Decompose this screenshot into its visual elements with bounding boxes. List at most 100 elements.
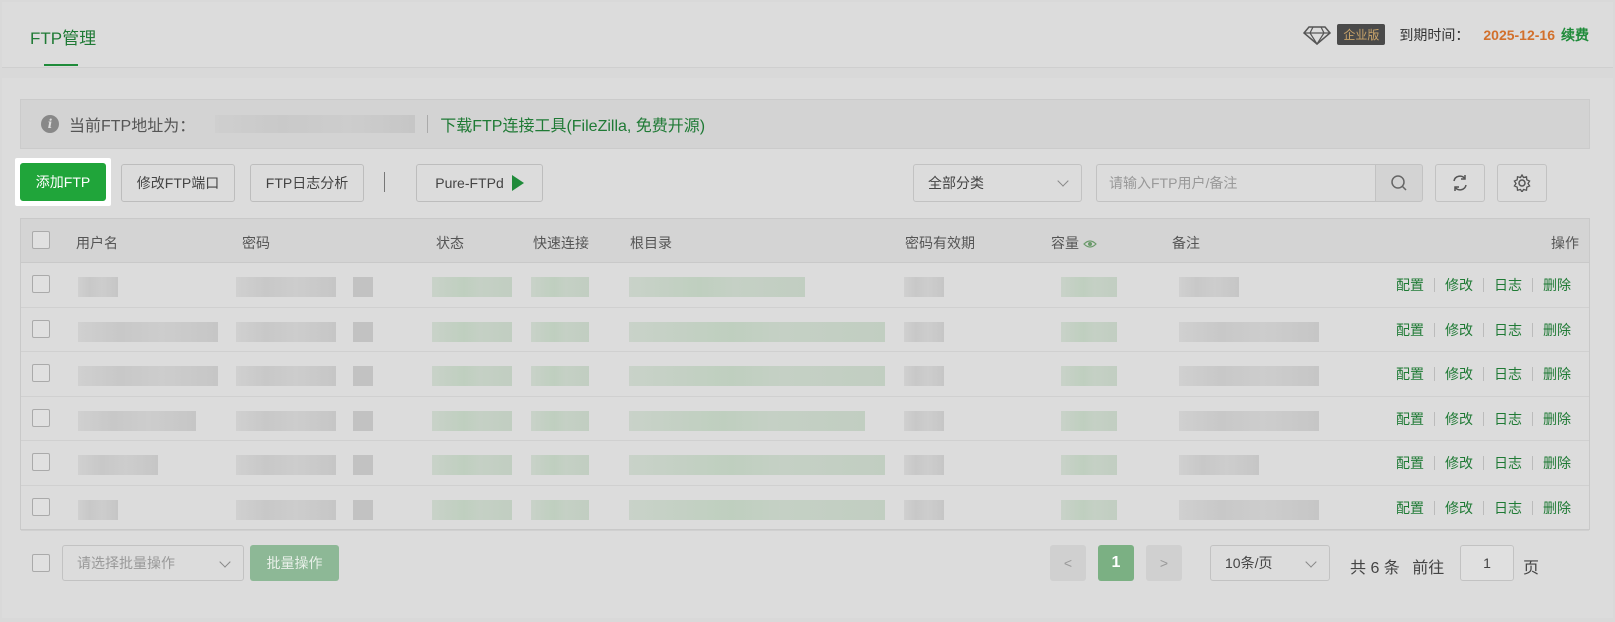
table-row: 配置 修改 日志 删除 <box>21 397 1589 442</box>
redacted-cell <box>1179 277 1239 297</box>
batch-action-placeholder: 请选择批量操作 <box>77 555 175 571</box>
edit-action[interactable]: 修改 <box>1435 409 1483 429</box>
delete-action[interactable]: 删除 <box>1533 320 1581 340</box>
prev-page-button[interactable]: < <box>1050 545 1086 581</box>
row-actions: 配置 修改 日志 删除 <box>1386 409 1581 429</box>
select-all-checkbox[interactable] <box>32 231 50 249</box>
edit-action[interactable]: 修改 <box>1435 275 1483 295</box>
delete-action[interactable]: 删除 <box>1533 275 1581 295</box>
col-password-expiry: 密码有效期 <box>905 235 975 251</box>
batch-action-button[interactable]: 批量操作 <box>250 545 339 581</box>
log-action[interactable]: 日志 <box>1484 320 1532 340</box>
config-action[interactable]: 配置 <box>1386 453 1434 473</box>
delete-action[interactable]: 删除 <box>1533 453 1581 473</box>
row-actions: 配置 修改 日志 删除 <box>1386 364 1581 384</box>
config-action[interactable]: 配置 <box>1386 409 1434 429</box>
add-ftp-button[interactable]: 添加FTP <box>20 163 106 201</box>
edit-action[interactable]: 修改 <box>1435 453 1483 473</box>
redacted-cell <box>78 455 158 476</box>
expire-date: 2025-12-16 <box>1483 26 1555 43</box>
row-checkbox[interactable] <box>32 453 50 472</box>
refresh-icon <box>1453 175 1467 191</box>
search-icon <box>1391 175 1407 191</box>
log-action[interactable]: 日志 <box>1484 498 1532 518</box>
renew-link[interactable]: 续费 <box>1561 25 1589 45</box>
redacted-cell <box>78 499 118 520</box>
col-status: 状态 <box>436 235 464 251</box>
redacted-cell <box>236 410 336 431</box>
page-suffix: 页 <box>1523 560 1540 577</box>
log-action[interactable]: 日志 <box>1484 275 1532 295</box>
download-filezilla-link[interactable]: 下载FTP连接工具(FileZilla, 免费开源) <box>440 112 705 136</box>
redacted-cell <box>904 499 944 520</box>
per-page-select[interactable]: 10条/页 <box>1210 545 1330 581</box>
delete-action[interactable]: 删除 <box>1533 364 1581 384</box>
search-button[interactable] <box>1375 164 1423 202</box>
config-action[interactable]: 配置 <box>1386 320 1434 340</box>
settings-button[interactable] <box>1497 164 1547 202</box>
redacted-cell <box>1061 499 1117 520</box>
row-checkbox[interactable] <box>32 408 50 427</box>
ftp-address-value-redacted <box>215 115 416 133</box>
batch-action-select[interactable]: 请选择批量操作 <box>62 545 244 581</box>
delete-action[interactable]: 删除 <box>1533 409 1581 429</box>
redacted-cell <box>1061 321 1117 342</box>
redacted-cell <box>353 410 373 431</box>
config-action[interactable]: 配置 <box>1386 498 1434 518</box>
ftp-log-analysis-button[interactable]: FTP日志分析 <box>250 164 364 202</box>
pure-ftpd-service-button[interactable]: Pure-FTPd <box>416 164 543 202</box>
redacted-cell <box>629 277 805 297</box>
redacted-cell <box>78 410 196 431</box>
col-password: 密码 <box>242 235 270 251</box>
redacted-cell <box>1061 366 1117 387</box>
page-1-button[interactable]: 1 <box>1098 545 1134 581</box>
edit-action[interactable]: 修改 <box>1435 364 1483 384</box>
next-page-button[interactable]: > <box>1146 545 1182 581</box>
redacted-cell <box>353 499 373 520</box>
config-action[interactable]: 配置 <box>1386 275 1434 295</box>
delete-action[interactable]: 删除 <box>1533 498 1581 518</box>
log-action[interactable]: 日志 <box>1484 409 1532 429</box>
row-checkbox[interactable] <box>32 364 50 383</box>
redacted-cell <box>531 366 589 387</box>
edit-action[interactable]: 修改 <box>1435 498 1483 518</box>
col-username: 用户名 <box>76 235 118 251</box>
chevron-down-icon <box>1305 556 1317 568</box>
redacted-cell <box>236 499 336 520</box>
redacted-cell <box>236 277 336 297</box>
redacted-cell <box>531 410 589 431</box>
row-checkbox[interactable] <box>32 497 50 516</box>
row-checkbox[interactable] <box>32 319 50 338</box>
category-select[interactable]: 全部分类 <box>913 164 1082 202</box>
redacted-cell <box>432 499 512 520</box>
redacted-cell <box>353 366 373 387</box>
row-checkbox[interactable] <box>32 275 50 293</box>
redacted-cell <box>1179 366 1319 387</box>
footer-select-all-checkbox[interactable] <box>32 554 50 572</box>
tab-ftp-management[interactable]: FTP管理 <box>30 24 96 49</box>
info-icon: i <box>41 115 59 133</box>
redacted-cell <box>432 321 512 342</box>
total-count: 共 6 条 前往 <box>1350 554 1444 578</box>
redacted-cell <box>531 321 589 342</box>
log-action[interactable]: 日志 <box>1484 364 1532 384</box>
edit-action[interactable]: 修改 <box>1435 320 1483 340</box>
redacted-cell <box>236 366 336 387</box>
top-header: FTP管理 企业版 到期时间： 2025-12-16 续费 <box>2 2 1613 68</box>
license-info: 企业版 到期时间： 2025-12-16 续费 <box>1303 24 1589 45</box>
redacted-cell <box>1061 410 1117 431</box>
table-body: 配置 修改 日志 删除 配置 修改 日志 删除 配置 修改 日志 删除 配置 修改 日志 删除 配置 修改 日志 删除… <box>21 263 1589 531</box>
redacted-cell <box>531 455 589 476</box>
redacted-cell <box>1179 410 1319 431</box>
goto-page-input[interactable]: 1 <box>1460 545 1514 581</box>
log-action[interactable]: 日志 <box>1484 453 1532 473</box>
refresh-button[interactable] <box>1435 164 1485 202</box>
eye-icon[interactable] <box>1083 239 1097 249</box>
change-ftp-port-button[interactable]: 修改FTP端口 <box>121 164 235 202</box>
table-row: 配置 修改 日志 删除 <box>21 441 1589 486</box>
total-count-text: 共 6 条 <box>1350 560 1400 577</box>
search-input[interactable]: 请输入FTP用户/备注 <box>1096 164 1376 202</box>
col-capacity-label: 容量 <box>1051 235 1079 251</box>
per-page-value: 10条/页 <box>1225 555 1273 571</box>
config-action[interactable]: 配置 <box>1386 364 1434 384</box>
